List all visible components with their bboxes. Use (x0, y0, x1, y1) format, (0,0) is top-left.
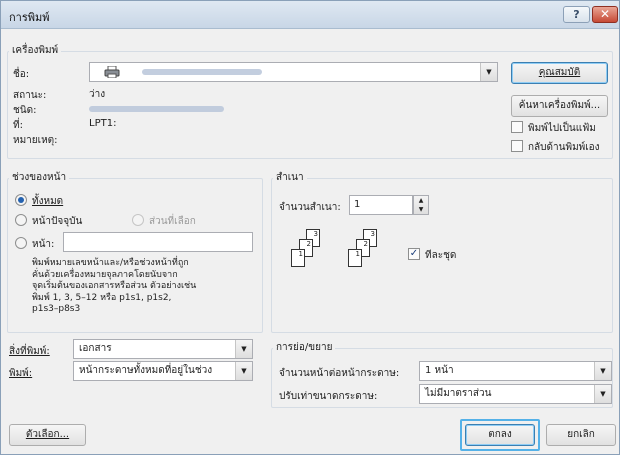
status-value: ว่าง (89, 89, 106, 100)
manual-duplex-checkbox[interactable] (511, 140, 523, 152)
print-what-label: สิ่งที่พิมพ์: (9, 346, 50, 357)
pages-radio[interactable] (15, 237, 27, 249)
page-range-help: พิมพ์หมายเลขหน้าและ/หรือช่วงหน้าที่ถูก ค… (32, 258, 260, 316)
where-label: ที่: (13, 120, 23, 131)
current-page-radio[interactable] (15, 214, 27, 226)
all-pages-radio[interactable] (15, 194, 27, 206)
properties-button[interactable]: คุณสมบัติ (511, 62, 608, 84)
ok-button[interactable]: ตกลง (465, 424, 535, 446)
pages-per-sheet-value: 1 หน้า (425, 365, 454, 376)
collate-page: 1 (291, 249, 305, 267)
chevron-down-icon[interactable]: ▼ (480, 63, 497, 81)
printer-name-select[interactable]: ▼ (89, 62, 498, 82)
collate-page: 1 (348, 249, 362, 267)
collate-label: ทีละชุด (425, 250, 457, 261)
type-value-redacted (89, 106, 224, 112)
type-label: ชนิด: (13, 105, 37, 116)
dialog-title: การพิมพ์ (9, 11, 50, 24)
zoom-group-label: การย่อ/ขยาย (273, 340, 336, 355)
collate-checkbox[interactable]: ✓ (408, 248, 420, 260)
scale-value: ไม่มีมาตราส่วน (425, 388, 492, 399)
page-range-group-label: ช่วงของหน้า (9, 170, 70, 185)
spin-up-down-icon[interactable]: ▲ ▼ (413, 195, 429, 215)
pages-input[interactable] (63, 232, 253, 252)
copies-count-label: จำนวนสำเนา: (279, 202, 341, 213)
manual-duplex-label: กลับด้านพิมพ์เอง (528, 142, 600, 153)
printer-icon (104, 65, 120, 79)
printer-name-label: ชื่อ: (13, 69, 30, 80)
close-button[interactable]: ✕ (592, 6, 618, 23)
chevron-down-icon[interactable]: ▼ (594, 362, 611, 380)
selection-label: ส่วนที่เลือก (149, 216, 196, 227)
printer-group-label: เครื่องพิมพ์ (9, 43, 62, 58)
copies-group-label: สำเนา (273, 170, 307, 185)
printer-name-redacted (142, 69, 262, 75)
cancel-button[interactable]: ยกเลิก (546, 424, 616, 446)
print-to-file-checkbox[interactable] (511, 121, 523, 133)
help-line: จุดเริ่มต้นของเอกสารหรือส่วน ตัวอย่างเช่… (32, 281, 197, 291)
print-to-file-label: พิมพ์ไปเป็นแฟ้ม (528, 123, 596, 134)
options-button[interactable]: ตัวเลือก... (9, 424, 86, 446)
where-value: LPT1: (89, 118, 117, 129)
help-line: คั่นด้วยเครื่องหมายจุลภาคโดยนับจาก (32, 269, 178, 280)
print-what-select[interactable]: เอกสาร ▼ (73, 339, 253, 359)
print-select[interactable]: หน้ากระดาษทั้งหมดที่อยู่ในช่วง ▼ (73, 361, 253, 381)
chevron-down-icon[interactable]: ▼ (594, 385, 611, 403)
pages-per-sheet-label: จำนวนหน้าต่อหน้ากระดาษ: (279, 368, 400, 379)
title-bar[interactable]: การพิมพ์ ? ✕ (1, 1, 619, 29)
chevron-down-icon[interactable]: ▼ (235, 362, 252, 380)
print-dialog: การพิมพ์ ? ✕ เครื่องพิมพ์ ชื่อ: ▼ สถานะ:… (0, 0, 620, 455)
scale-label: ปรับเท่าขนาดกระดาษ: (279, 391, 378, 402)
current-page-label: หน้าปัจจุบัน (32, 216, 83, 227)
all-pages-label: ทั้งหมด (32, 196, 64, 207)
status-label: สถานะ: (13, 90, 47, 101)
selection-radio[interactable] (132, 214, 144, 226)
find-printer-button[interactable]: ค้นหาเครื่องพิมพ์... (511, 95, 608, 117)
help-line: พิมพ์หมายเลขหน้าและ/หรือช่วงหน้าที่ถูก (32, 258, 189, 268)
print-what-value: เอกสาร (79, 343, 112, 354)
comment-label: หมายเหตุ: (13, 135, 58, 146)
scale-select[interactable]: ไม่มีมาตราส่วน ▼ (419, 384, 612, 404)
copies-count-input[interactable]: 1 (349, 195, 413, 215)
pages-label: หน้า: (32, 239, 55, 250)
help-line: พิมพ์ 1, 3, 5–12 หรือ p1s1, p1s2, (32, 292, 172, 303)
chevron-down-icon[interactable]: ▼ (235, 340, 252, 358)
print-value: หน้ากระดาษทั้งหมดที่อยู่ในช่วง (79, 365, 213, 376)
print-label: พิมพ์: (9, 368, 33, 379)
help-button[interactable]: ? (563, 6, 590, 23)
pages-per-sheet-select[interactable]: 1 หน้า ▼ (419, 361, 612, 381)
help-line: p1s3–p8s3 (32, 304, 81, 314)
